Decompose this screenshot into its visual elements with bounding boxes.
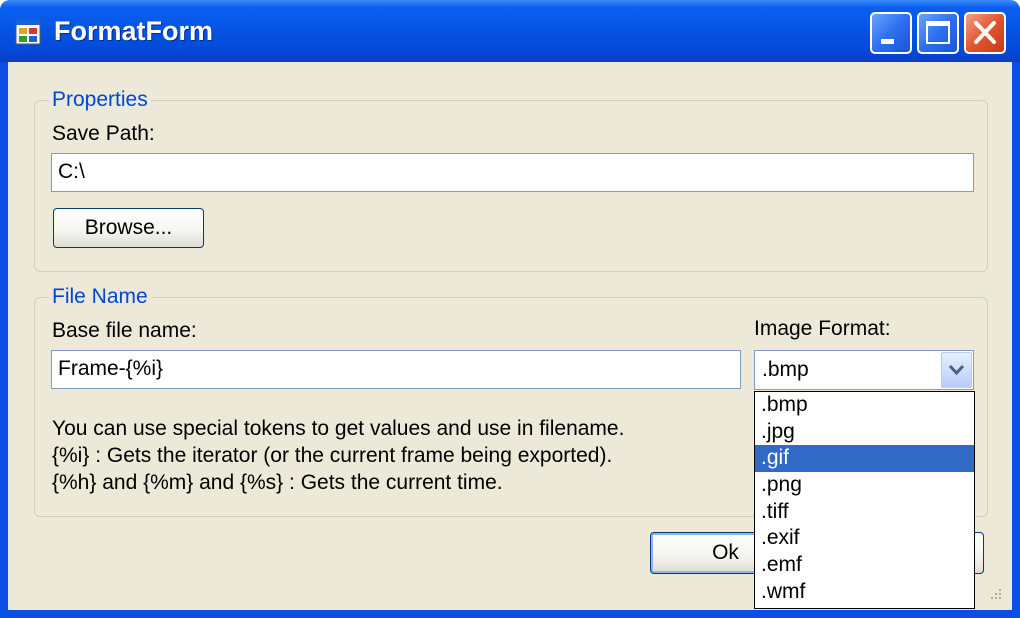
filename-group-title: File Name bbox=[49, 285, 151, 309]
browse-button[interactable]: Browse... bbox=[53, 208, 204, 248]
help-text-line-2: {%i} : Gets the iterator (or the current… bbox=[52, 444, 613, 467]
formatform-window: FormatForm Properties Save Path: C:\ Bro… bbox=[0, 0, 1020, 618]
browse-button-label: Browse... bbox=[84, 216, 173, 239]
dropdown-option-gif[interactable]: .gif bbox=[755, 445, 974, 473]
save-path-input[interactable]: C:\ bbox=[51, 153, 974, 192]
dropdown-arrow-button[interactable] bbox=[941, 352, 972, 388]
properties-group-title: Properties bbox=[49, 88, 151, 112]
dropdown-option-bmp[interactable]: .bmp bbox=[755, 392, 974, 419]
chevron-down-icon bbox=[948, 364, 965, 376]
dropdown-option-jpg[interactable]: .jpg bbox=[755, 419, 974, 446]
dropdown-option-wmf[interactable]: .wmf bbox=[755, 579, 974, 606]
base-file-name-label: Base file name: bbox=[52, 319, 197, 342]
dropdown-option-exif[interactable]: .exif bbox=[755, 525, 974, 552]
ok-button-label: Ok bbox=[712, 541, 739, 564]
dropdown-option-tiff[interactable]: .tiff bbox=[755, 499, 974, 526]
close-icon bbox=[974, 21, 996, 44]
dropdown-option-emf[interactable]: .emf bbox=[755, 552, 974, 579]
image-format-label: Image Format: bbox=[754, 317, 891, 340]
image-format-value: .bmp bbox=[762, 358, 809, 381]
dropdown-option-png[interactable]: .png bbox=[755, 472, 974, 499]
image-format-select[interactable]: .bmp bbox=[754, 350, 974, 390]
help-text-line-3: {%h} and {%m} and {%s} : Gets the curren… bbox=[52, 471, 503, 494]
image-format-dropdown-list[interactable]: .bmp .jpg .gif .png .tiff .exif .emf .wm… bbox=[754, 391, 975, 609]
maximize-button[interactable] bbox=[917, 12, 959, 54]
save-path-label: Save Path: bbox=[52, 122, 155, 145]
window-title: FormatForm bbox=[54, 16, 214, 46]
resize-grip-icon[interactable] bbox=[988, 586, 1002, 600]
minimize-button[interactable] bbox=[870, 12, 912, 54]
maximize-icon bbox=[926, 21, 950, 44]
base-file-name-input[interactable]: Frame-{%i} bbox=[51, 350, 741, 389]
minimize-icon bbox=[881, 39, 894, 44]
app-form-icon bbox=[15, 19, 41, 45]
close-button[interactable] bbox=[964, 12, 1006, 54]
help-text-line-1: You can use special tokens to get values… bbox=[52, 417, 625, 440]
title-bar[interactable]: FormatForm bbox=[0, 0, 1020, 62]
